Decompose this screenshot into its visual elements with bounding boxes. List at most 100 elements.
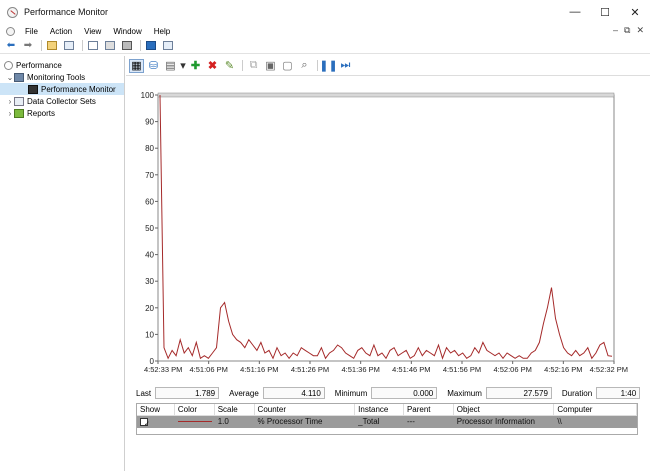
y-tick-label: 40 bbox=[145, 251, 154, 260]
duration-value: 1:40 bbox=[596, 387, 641, 399]
column-instance[interactable]: Instance bbox=[355, 404, 404, 415]
statistics-bar: Last 1.789 Average 4.110 Minimum 0.000 M… bbox=[126, 385, 650, 401]
toolbar-separator bbox=[41, 40, 42, 51]
show-hide-tree-icon[interactable] bbox=[62, 40, 76, 52]
y-tick-label: 30 bbox=[145, 277, 154, 286]
perfmon-app-icon bbox=[7, 6, 18, 18]
counter-cell: % Processor Time bbox=[257, 417, 323, 426]
x-tick-label: 4:52:06 PM bbox=[493, 365, 531, 374]
menu-bar: File Action View Window Help – ⧉ ✕ bbox=[0, 24, 650, 38]
x-tick-label: 4:52:32 PM bbox=[590, 365, 628, 374]
minimize-button[interactable]: — bbox=[560, 0, 590, 24]
toolbar-separator bbox=[82, 40, 83, 51]
tree-item-monitoring-tools[interactable]: ⌄ Monitoring Tools bbox=[0, 71, 124, 83]
parent-cell: --- bbox=[406, 417, 415, 426]
paste-counter-list-icon[interactable]: ▣ bbox=[263, 59, 278, 73]
menu-file[interactable]: File bbox=[19, 27, 44, 36]
chevron-right-icon[interactable]: › bbox=[6, 97, 14, 106]
chevron-down-icon[interactable]: ⌄ bbox=[6, 73, 14, 82]
y-tick-label: 80 bbox=[145, 144, 154, 153]
mdi-minimize-button[interactable]: – bbox=[613, 25, 618, 36]
x-tick-label: 4:51:36 PM bbox=[341, 365, 379, 374]
forward-arrow-icon[interactable]: ➡ bbox=[21, 40, 35, 52]
scale-cell: 1.0 bbox=[217, 417, 229, 426]
x-tick-label: 4:52:33 PM bbox=[144, 365, 182, 374]
freeze-display-icon[interactable]: ❚❚ bbox=[319, 59, 337, 73]
help-icon[interactable] bbox=[144, 40, 158, 52]
show-checkbox[interactable]: ✓ bbox=[140, 418, 150, 428]
mdi-restore-button[interactable]: ⧉ bbox=[624, 25, 630, 36]
tree-item-label: Performance Monitor bbox=[41, 84, 116, 94]
column-object[interactable]: Object bbox=[454, 404, 555, 415]
chevron-right-icon[interactable]: › bbox=[6, 109, 14, 118]
y-tick-label: 50 bbox=[145, 224, 154, 233]
x-tick-label: 4:51:16 PM bbox=[240, 365, 278, 374]
minimum-value: 0.000 bbox=[371, 387, 438, 399]
add-counter-icon[interactable]: ✚ bbox=[188, 59, 203, 73]
view-current-activity-icon[interactable]: ▦ bbox=[129, 58, 144, 73]
properties-icon[interactable]: ▢ bbox=[280, 59, 295, 73]
menu-window[interactable]: Window bbox=[107, 27, 147, 36]
line-chart: 10090807060504030201004:52:33 PM 4:51:06 … bbox=[141, 91, 628, 374]
print-icon[interactable] bbox=[120, 40, 134, 52]
duration-label: Duration bbox=[561, 388, 593, 398]
delete-counter-icon[interactable]: ✖ bbox=[205, 59, 220, 73]
view-log-data-icon[interactable]: ⛁ bbox=[146, 59, 161, 73]
tree-item-reports[interactable]: › Reports bbox=[0, 107, 124, 119]
back-arrow-icon[interactable]: ⬅ bbox=[4, 40, 18, 52]
folder-icon bbox=[14, 72, 24, 82]
column-counter[interactable]: Counter bbox=[255, 404, 356, 415]
tree-item-performance[interactable]: Performance bbox=[0, 59, 124, 71]
maximum-label: Maximum bbox=[447, 388, 482, 398]
properties-icon[interactable] bbox=[86, 40, 100, 52]
y-tick-label: 100 bbox=[141, 91, 155, 100]
x-tick-label: 4:51:46 PM bbox=[392, 365, 430, 374]
last-value: 1.789 bbox=[155, 387, 220, 399]
graph-toolbar: ▦ ⛁ ▤ ▾ ✚ ✖ ✎ ⧉ ▣ ▢ ⌕ ❚❚ ⏭ bbox=[126, 56, 650, 76]
y-tick-label: 10 bbox=[145, 330, 154, 339]
column-color[interactable]: Color bbox=[175, 404, 215, 415]
time-bar bbox=[157, 92, 615, 98]
tree-item-label: Monitoring Tools bbox=[27, 72, 86, 82]
mdi-close-button[interactable]: ✕ bbox=[636, 25, 644, 36]
tree-item-label: Reports bbox=[27, 108, 56, 118]
plot-area bbox=[157, 94, 615, 362]
change-graph-type-icon[interactable]: ▤ bbox=[163, 59, 178, 73]
column-show[interactable]: Show bbox=[137, 404, 175, 415]
system-menu-icon[interactable] bbox=[6, 26, 15, 36]
y-tick-label: 20 bbox=[145, 304, 154, 313]
update-data-icon[interactable]: ⏭ bbox=[338, 59, 353, 73]
x-tick-label: 4:51:06 PM bbox=[189, 365, 227, 374]
tree-item-data-collector-sets[interactable]: › Data Collector Sets bbox=[0, 95, 124, 107]
table-row[interactable]: ✓ 1.0 % Processor Time _Total --- Proces… bbox=[137, 416, 637, 428]
up-folder-icon[interactable] bbox=[45, 40, 59, 52]
menu-view[interactable]: View bbox=[78, 27, 107, 36]
average-label: Average bbox=[229, 388, 259, 398]
last-label: Last bbox=[136, 388, 152, 398]
tree-item-performance-monitor[interactable]: Performance Monitor bbox=[0, 83, 124, 95]
close-button[interactable]: ✕ bbox=[620, 0, 650, 24]
menu-help[interactable]: Help bbox=[148, 27, 176, 36]
perfmon-icon bbox=[4, 60, 13, 70]
column-computer[interactable]: Computer bbox=[554, 404, 637, 415]
zoom-icon[interactable]: ⌕ bbox=[297, 59, 312, 73]
chevron-down-icon[interactable]: ▾ bbox=[180, 59, 186, 73]
maximize-button[interactable]: ☐ bbox=[590, 0, 620, 24]
show-action-pane-icon[interactable] bbox=[161, 40, 175, 52]
highlight-icon[interactable]: ✎ bbox=[222, 59, 237, 73]
maximum-value: 27.579 bbox=[485, 387, 552, 399]
column-scale[interactable]: Scale bbox=[215, 404, 255, 415]
window-controls: — ☐ ✕ bbox=[560, 0, 650, 24]
main-toolbar: ⬅ ➡ bbox=[0, 38, 650, 54]
object-cell: Processor Information bbox=[456, 417, 535, 426]
export-list-icon[interactable] bbox=[103, 40, 117, 52]
menu-action[interactable]: Action bbox=[44, 27, 78, 36]
y-tick-label: 60 bbox=[145, 197, 154, 206]
instance-cell: _Total bbox=[358, 417, 380, 426]
column-parent[interactable]: Parent bbox=[404, 404, 454, 415]
performance-graph: 100 90 80 70 60 50 40 30 20 10 0 4:52:33 PM 4:51:06 … bbox=[126, 76, 650, 406]
mdi-controls: – ⧉ ✕ bbox=[613, 25, 644, 36]
copy-properties-icon[interactable]: ⧉ bbox=[246, 59, 261, 73]
x-tick-label: 4:51:26 PM bbox=[291, 365, 329, 374]
counter-legend: Show Color Scale Counter Instance Parent… bbox=[136, 403, 638, 435]
